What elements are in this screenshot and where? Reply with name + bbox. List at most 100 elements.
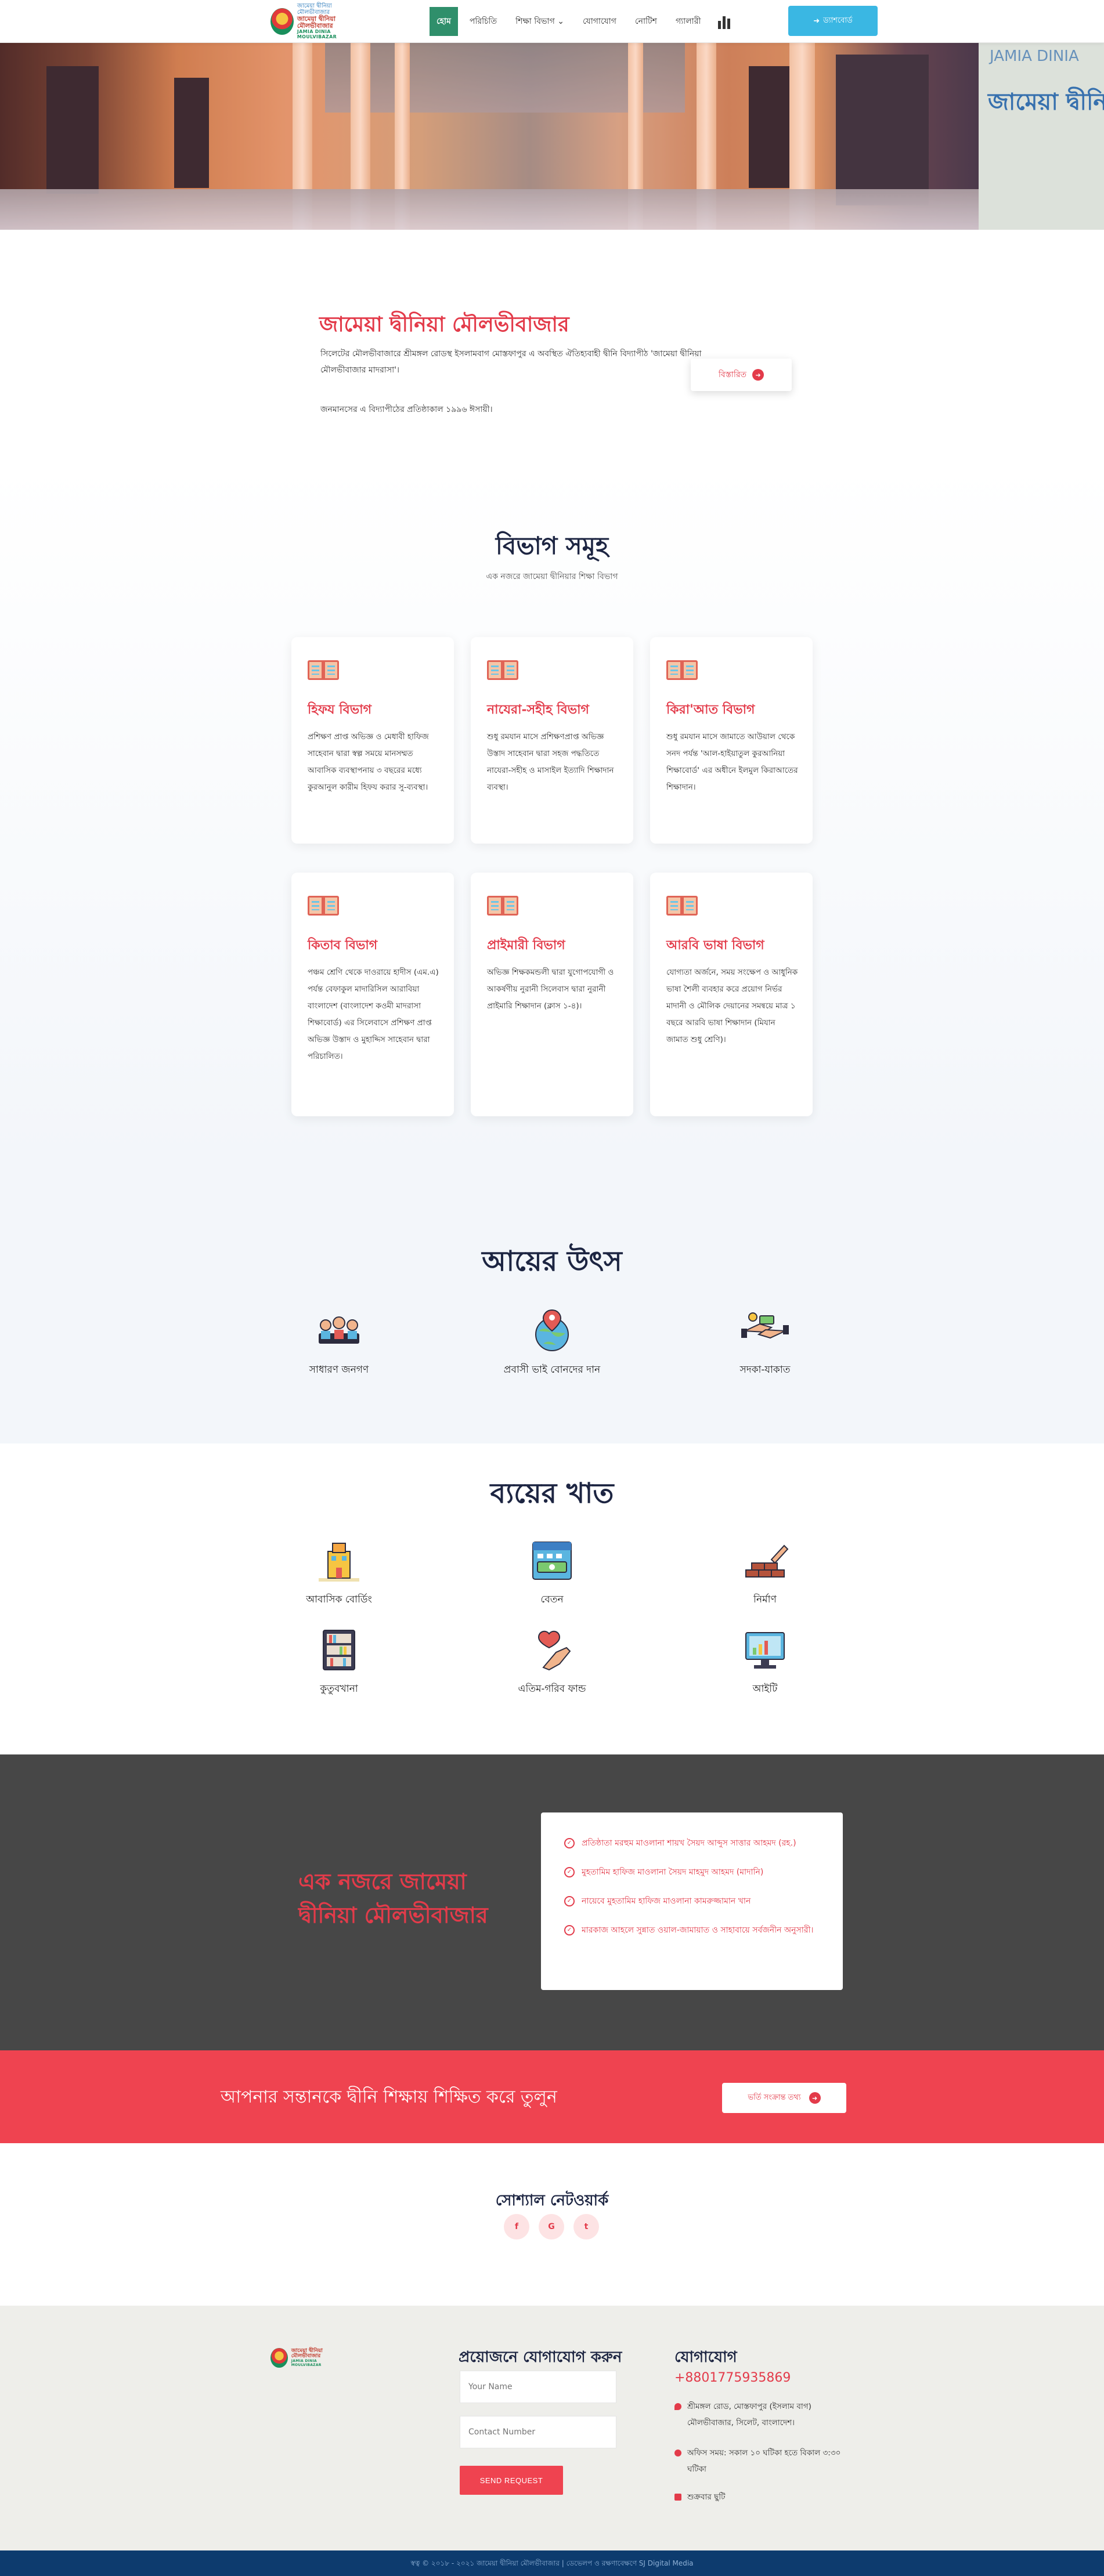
phone-number[interactable]: +8801775935869 — [674, 2371, 791, 2385]
clock-icon — [674, 2450, 681, 2456]
admission-info-label: ভর্তি সংক্রান্ত তথ্য — [748, 2093, 801, 2102]
income-item-label: সদকা-যাকাত — [739, 1364, 791, 1376]
details-label: বিস্তারিত — [718, 370, 747, 379]
open-book-icon — [487, 893, 518, 917]
income-title: আয়ের উৎস — [482, 1245, 622, 1278]
expense-item-label: আইটি — [752, 1683, 778, 1695]
overview-section: এক নজরে জামেয়া দ্বীনিয়া মৌলভীবাজার ✓ প… — [0, 1754, 1104, 2050]
nav-gallery[interactable]: গ্যালারী — [669, 7, 708, 36]
expense-section: ব্যয়ের খাত আবাসিক বোর্ডিং বেতন নির্মাণ … — [0, 1443, 1104, 1754]
logo-line-3: JAMIA DINIA MOULVIBAZAR — [297, 29, 337, 40]
card-title: প্রাইমারী বিভাগ — [487, 938, 565, 953]
open-book-icon — [666, 893, 698, 917]
nav-home[interactable]: হোম — [430, 7, 458, 36]
people-icon — [313, 1308, 365, 1354]
expense-item-label: আবাসিক বোর্ডিং — [306, 1594, 372, 1605]
expense-item: এতিম-গরিব ফান্ড — [465, 1627, 639, 1698]
expense-item-label: নির্মাণ — [753, 1594, 777, 1605]
charity-hands-icon — [739, 1308, 791, 1354]
overview-item: ✓ মুহতামিম হাফিজ মাওলানা সৈয়দ মাহমুদ আহ… — [564, 1865, 820, 1880]
footer-logo[interactable]: জামেয়া দ্বীনিয়া মৌলভীবাজার JAMIA DINIA… — [270, 2345, 346, 2371]
departments-title: বিভাগ সমূহ — [495, 531, 609, 560]
expense-item-label: কুতুবখানা — [320, 1683, 358, 1695]
department-card-arabic[interactable]: আরবি ভাষা বিভাগ যোগ্যতা অর্জনে, সময় সংক… — [650, 873, 813, 1116]
hours-row: অফিস সময়: সকাল ১০ ঘটিকা হতে বিকাল ৩:৩০ … — [674, 2445, 860, 2477]
map-pin-icon — [674, 2403, 681, 2410]
department-card-kitab[interactable]: কিতাব বিভাগ পঞ্চম শ্রেণি থেকে দাওরায়ে হ… — [291, 873, 454, 1116]
logo-line-2: জামেয়া দ্বীনিয়া মৌলভীবাজার — [297, 15, 336, 30]
logo-line-1: জামেয়া দ্বীনিয়া মৌলভীবাজার — [297, 3, 332, 16]
income-item-label: সাধারণ জনগণ — [309, 1364, 369, 1376]
twitter-icon[interactable]: t — [573, 2214, 599, 2239]
card-title: আরবি ভাষা বিভাগ — [666, 938, 764, 953]
income-item: প্রবাসী ভাই বোনদের দান — [465, 1308, 639, 1379]
department-card-nazera[interactable]: নাযেরা-সহীহ বিভাগ শুধু রমযান মাসে প্রশিক… — [471, 637, 633, 844]
intro-section: জামেয়া দ্বীনিয়া মৌলভীবাজার সিলেটের মৌল… — [0, 230, 1104, 463]
hero-banner-image: JAMIA DINIA জামেয়া দ্বীনিয়া — [0, 43, 1104, 230]
department-card-primary[interactable]: প্রাইমারী বিভাগ অভিজ্ঞ শিক্ষকমন্ডলী দ্বা… — [471, 873, 633, 1116]
globe-pin-icon — [526, 1308, 578, 1354]
name-input[interactable] — [460, 2371, 616, 2403]
overview-item-text: মুহতামিম হাফিজ মাওলানা সৈয়দ মাহমুদ আহমদ… — [582, 1868, 764, 1877]
card-text: শুধু রমযান মাসে জামাতে আউয়াল থেকে সনদ প… — [666, 732, 798, 792]
admission-info-button[interactable]: ভর্তি সংক্রান্ত তথ্য ➜ — [722, 2083, 846, 2113]
income-item: সদকা-যাকাত — [678, 1308, 852, 1379]
contact-number-input[interactable] — [460, 2416, 616, 2448]
check-circle-icon: ✓ — [564, 1896, 575, 1906]
arrow-circle-icon: ➜ — [809, 2092, 821, 2104]
expense-item: আইটি — [678, 1627, 852, 1698]
income-item-label: প্রবাসী ভাই বোনদের দান — [503, 1364, 601, 1376]
site-logo[interactable]: জামেয়া দ্বীনিয়া মৌলভীবাজার জামেয়া দ্ব… — [270, 3, 363, 40]
card-title: নাযেরা-সহীহ বিভাগ — [487, 702, 589, 717]
open-book-icon — [487, 658, 518, 681]
overview-card: ✓ প্রতিষ্ঠাতা মরহুম মাওলানা শায়খ সৈয়দ … — [541, 1812, 843, 1990]
copyright-bar: স্বত্ব © ২০১৮ - ২০২১ জামেয়া দ্বীনিয়া ম… — [0, 2550, 1104, 2576]
overview-item: ✓ নায়েবে মুহতামিম হাফিজ মাওলানা কামরুজ্… — [564, 1894, 820, 1909]
calendar-icon — [674, 2494, 681, 2501]
department-card-hifz[interactable]: হিফয বিভাগ প্রশিক্ষণ প্রাপ্ত অভিজ্ঞ ও মে… — [291, 637, 454, 844]
overview-item-text: নায়েবে মুহতামিম হাফিজ মাওলানা কামরুজ্জা… — [582, 1897, 751, 1906]
overview-item: ✓ মারকাজ আহলে সুন্নাত ওয়াল-জামায়াত ও স… — [564, 1923, 820, 1938]
facebook-icon[interactable]: f — [504, 2214, 529, 2239]
nav-contact[interactable]: যোগাযোগ — [576, 7, 623, 36]
nav-departments-dropdown[interactable]: শিক্ষা বিভাগ ⌄ — [508, 7, 571, 36]
holiday-row: শুক্রবার ছুটি — [674, 2489, 860, 2505]
overview-item: ✓ প্রতিষ্ঠাতা মরহুম মাওলানা শায়খ সৈয়দ … — [564, 1836, 820, 1851]
intro-text: সিলেটের মৌলভীবাজারে শ্রীমঙ্গল রোডস্থ ইসল… — [320, 349, 702, 375]
social-section: সোশ্যাল নেটওয়ার্ক f G t — [0, 2143, 1104, 2306]
open-book-icon — [308, 893, 339, 917]
nav-notice[interactable]: নোটিশ — [628, 7, 664, 36]
income-item: সাধারণ জনগণ — [252, 1308, 426, 1379]
bricks-icon — [739, 1537, 791, 1584]
card-title: কিতাব বিভাগ — [308, 938, 378, 953]
logo-emblem-icon — [270, 8, 294, 35]
details-button[interactable]: বিস্তারিত ➜ — [691, 359, 792, 391]
department-card-qirat[interactable]: কিরা'আত বিভাগ শুধু রমযান মাসে জামাতে আউয… — [650, 637, 813, 844]
footer-logo-line-en: JAMIA DINIA MOULVIBAZAR — [291, 2359, 322, 2367]
expense-item: আবাসিক বোর্ডিং — [252, 1537, 426, 1608]
contact-title: যোগাযোগ — [674, 2349, 737, 2366]
address-row: শ্রীমঙ্গল রোড, মোস্তফাপুর (ইসলাম বাগ) মৌ… — [674, 2398, 860, 2431]
social-icons: f G t — [504, 2214, 599, 2239]
logo-emblem-icon — [270, 2348, 288, 2368]
hours-text: অফিস সময়: সকাল ১০ ঘটিকা হতে বিকাল ৩:৩০ … — [687, 2448, 841, 2474]
card-text: শুধু রমযান মাসে প্রশিক্ষণপ্রাপ্ত অভিজ্ঞ … — [487, 732, 614, 792]
card-title: হিফয বিভাগ — [308, 702, 371, 717]
dashboard-button[interactable]: ➜ ড্যাশবোর্ড — [788, 6, 878, 36]
card-text: যোগ্যতা অর্জনে, সময় সংক্ষেপ ও আধুনিক ভা… — [666, 968, 798, 1044]
overview-item-text: মারকাজ আহলে সুন্নাত ওয়াল-জামায়াত ও সাহ… — [582, 1926, 814, 1935]
send-request-button[interactable]: SEND REQUEST — [460, 2466, 563, 2495]
overview-title: এক নজরে জামেয়া দ্বীনিয়া মৌলভীবাজার — [298, 1868, 488, 1928]
income-section: আয়ের উৎস সাধারণ জনগণ প্রবাসী ভাই বোনদের… — [0, 1159, 1104, 1443]
nav-about[interactable]: পরিচিতি — [463, 7, 504, 36]
card-text: অভিজ্ঞ শিক্ষকমন্ডলী দ্বারা যুগোপযোগী ও আ… — [487, 968, 614, 1011]
holiday-text: শুক্রবার ছুটি — [687, 2492, 726, 2502]
card-text: প্রশিক্ষণ প্রাপ্ত অভিজ্ঞ ও মেধাবী হাফিজ … — [308, 732, 429, 792]
google-icon[interactable]: G — [539, 2214, 564, 2239]
check-circle-icon: ✓ — [564, 1867, 575, 1877]
institution-icon[interactable] — [718, 14, 733, 29]
bookshelf-icon — [313, 1627, 365, 1673]
expense-item-label: এতিম-গরিব ফান্ড — [518, 1683, 586, 1695]
card-title: কিরা'আত বিভাগ — [666, 702, 755, 717]
expense-item: কুতুবখানা — [252, 1627, 426, 1698]
